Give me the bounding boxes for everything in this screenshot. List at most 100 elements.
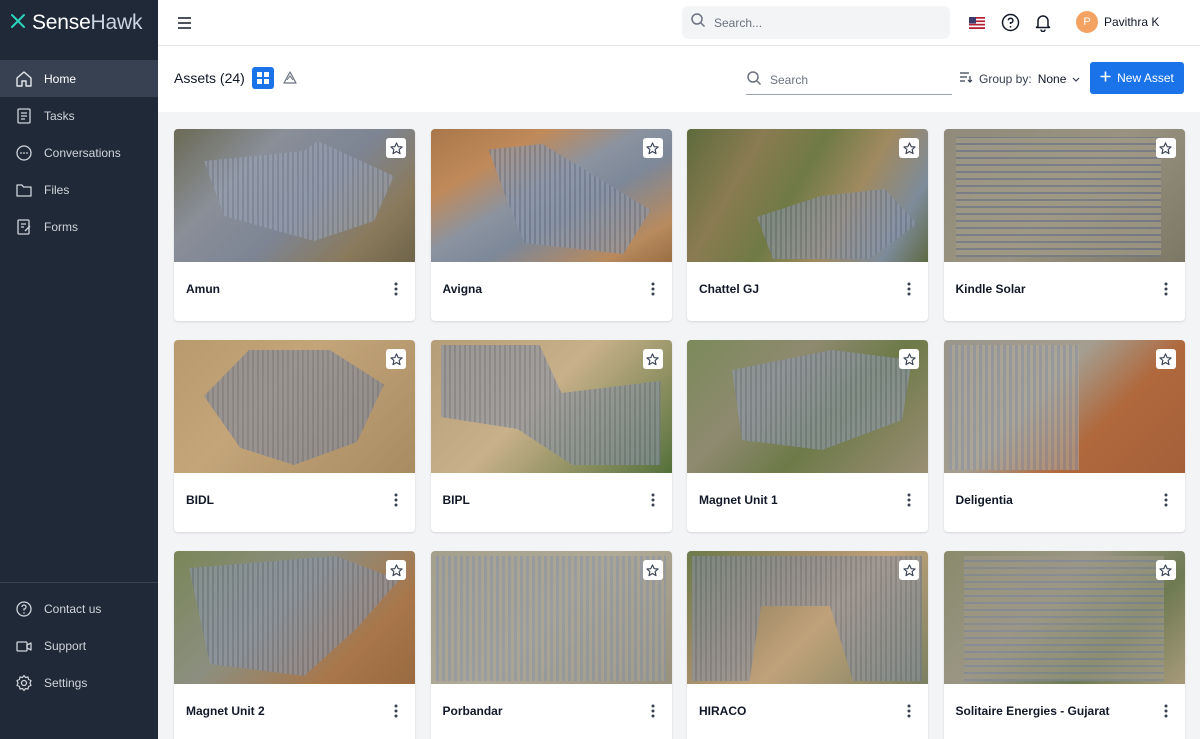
app-logo[interactable]: SenseHawk [0,0,158,46]
sidebar-item-tasks[interactable]: Tasks [0,97,158,134]
more-options-icon[interactable] [648,702,658,720]
sidebar-item-label: Forms [44,219,78,234]
sidebar-item-home[interactable]: Home [0,60,158,97]
us-flag-icon[interactable] [969,16,985,29]
favorite-star-icon[interactable] [386,560,406,580]
asset-card[interactable]: Avigna [430,129,672,321]
favorite-star-icon[interactable] [1155,560,1176,580]
more-options-icon[interactable] [904,491,914,509]
favorite-star-icon[interactable] [642,560,663,580]
assets-search[interactable] [746,66,952,95]
logo-sense: Sense [32,11,91,34]
satellite-solar-panels [488,144,651,254]
assets-toolbar: Assets (24) Group by: None New Asset [158,46,1200,112]
favorite-star-icon[interactable] [899,349,919,369]
asset-thumbnail [687,129,928,262]
asset-name: HIRACO [699,704,747,718]
asset-name: BIDL [186,493,214,507]
assets-search-input[interactable] [770,73,940,87]
more-options-icon[interactable] [391,702,401,720]
more-options-icon[interactable] [904,702,914,720]
sidebar-footer: Contact us Support Settings [0,582,158,701]
asset-grid: Amun Avigna Chattel GJ Kindle Solar BIDL [174,129,1185,739]
more-options-icon[interactable] [648,491,658,509]
asset-thumbnail [943,551,1185,684]
favorite-star-icon[interactable] [1155,349,1176,369]
satellite-solar-panels [757,189,917,259]
asset-card[interactable]: Amun [174,129,415,321]
favorite-star-icon[interactable] [1155,138,1176,158]
home-icon [15,70,33,88]
asset-card[interactable]: Solitaire Energies - Gujarat [943,551,1185,739]
asset-name: Solitaire Energies - Gujarat [955,704,1110,718]
grid-view-icon[interactable] [252,67,274,89]
asset-thumbnail [174,551,415,684]
logo-hawk: Hawk [90,11,143,34]
asset-card[interactable]: Magnet Unit 1 [687,340,928,532]
group-by-dropdown[interactable]: Group by: None [959,70,1080,87]
asset-name: Amun [186,282,220,296]
more-options-icon[interactable] [1161,280,1171,298]
conversations-icon [15,144,33,162]
sidebar-item-contact-us[interactable]: Contact us [0,590,158,627]
more-options-icon[interactable] [1161,702,1171,720]
page-title: Assets (24) [174,70,245,86]
more-options-icon[interactable] [391,280,401,298]
hamburger-menu-icon[interactable] [176,14,194,32]
help-circle-icon [15,600,33,618]
sidebar-item-label: Contact us [44,601,102,616]
group-by-value: None [1037,71,1067,86]
sidebar-item-settings[interactable]: Settings [0,664,158,701]
asset-name: Magnet Unit 1 [699,493,778,507]
more-options-icon[interactable] [904,280,914,298]
more-options-icon[interactable] [648,280,658,298]
asset-card[interactable]: Deligentia [943,340,1185,532]
asset-name: Deligentia [955,493,1013,507]
more-options-icon[interactable] [1161,491,1171,509]
asset-name: Kindle Solar [955,282,1026,296]
satellite-solar-panels [204,350,384,465]
search-icon [746,70,762,91]
asset-card[interactable]: Chattel GJ [687,129,928,321]
sidebar-item-forms[interactable]: Forms [0,208,158,245]
top-bar: P Pavithra K [158,0,1200,46]
sidebar-item-support[interactable]: Support [0,627,158,664]
group-by-label: Group by: [979,71,1032,86]
asset-card[interactable]: BIPL [430,340,672,532]
asset-card[interactable]: BIDL [174,340,415,532]
user-menu[interactable]: P Pavithra K [1076,11,1159,33]
group-by-icon [959,70,973,87]
logo-text: SenseHawk [32,11,142,35]
satellite-solar-panels [732,350,912,450]
asset-card[interactable]: Porbandar [430,551,672,739]
asset-card[interactable]: Kindle Solar [943,129,1185,321]
satellite-solar-panels [948,345,1079,470]
sidebar: SenseHawk Home Tasks Conversations Files [0,0,158,739]
asset-card[interactable]: HIRACO [687,551,928,739]
new-asset-button[interactable]: New Asset [1090,62,1184,94]
favorite-star-icon[interactable] [899,560,919,580]
new-asset-label: New Asset [1117,71,1174,85]
video-icon [15,637,33,655]
asset-card[interactable]: Magnet Unit 2 [174,551,415,739]
favorite-star-icon[interactable] [386,349,406,369]
chevron-down-icon [1072,72,1080,86]
global-search-input[interactable] [714,15,934,30]
notification-bell-icon[interactable] [1033,12,1053,37]
asset-name: Magnet Unit 2 [186,704,265,718]
sidebar-item-files[interactable]: Files [0,171,158,208]
map-view-icon[interactable] [282,70,298,91]
help-icon[interactable] [1001,13,1020,37]
favorite-star-icon[interactable] [642,138,663,158]
favorite-star-icon[interactable] [899,138,919,158]
asset-thumbnail [687,340,928,473]
favorite-star-icon[interactable] [386,138,406,158]
asset-thumbnail [174,129,415,262]
more-options-icon[interactable] [391,491,401,509]
favorite-star-icon[interactable] [642,349,663,369]
sidebar-item-conversations[interactable]: Conversations [0,134,158,171]
satellite-solar-panels [435,556,666,681]
user-name: Pavithra K [1104,15,1160,29]
sidebar-item-label: Settings [44,675,88,690]
global-search[interactable] [682,6,950,39]
